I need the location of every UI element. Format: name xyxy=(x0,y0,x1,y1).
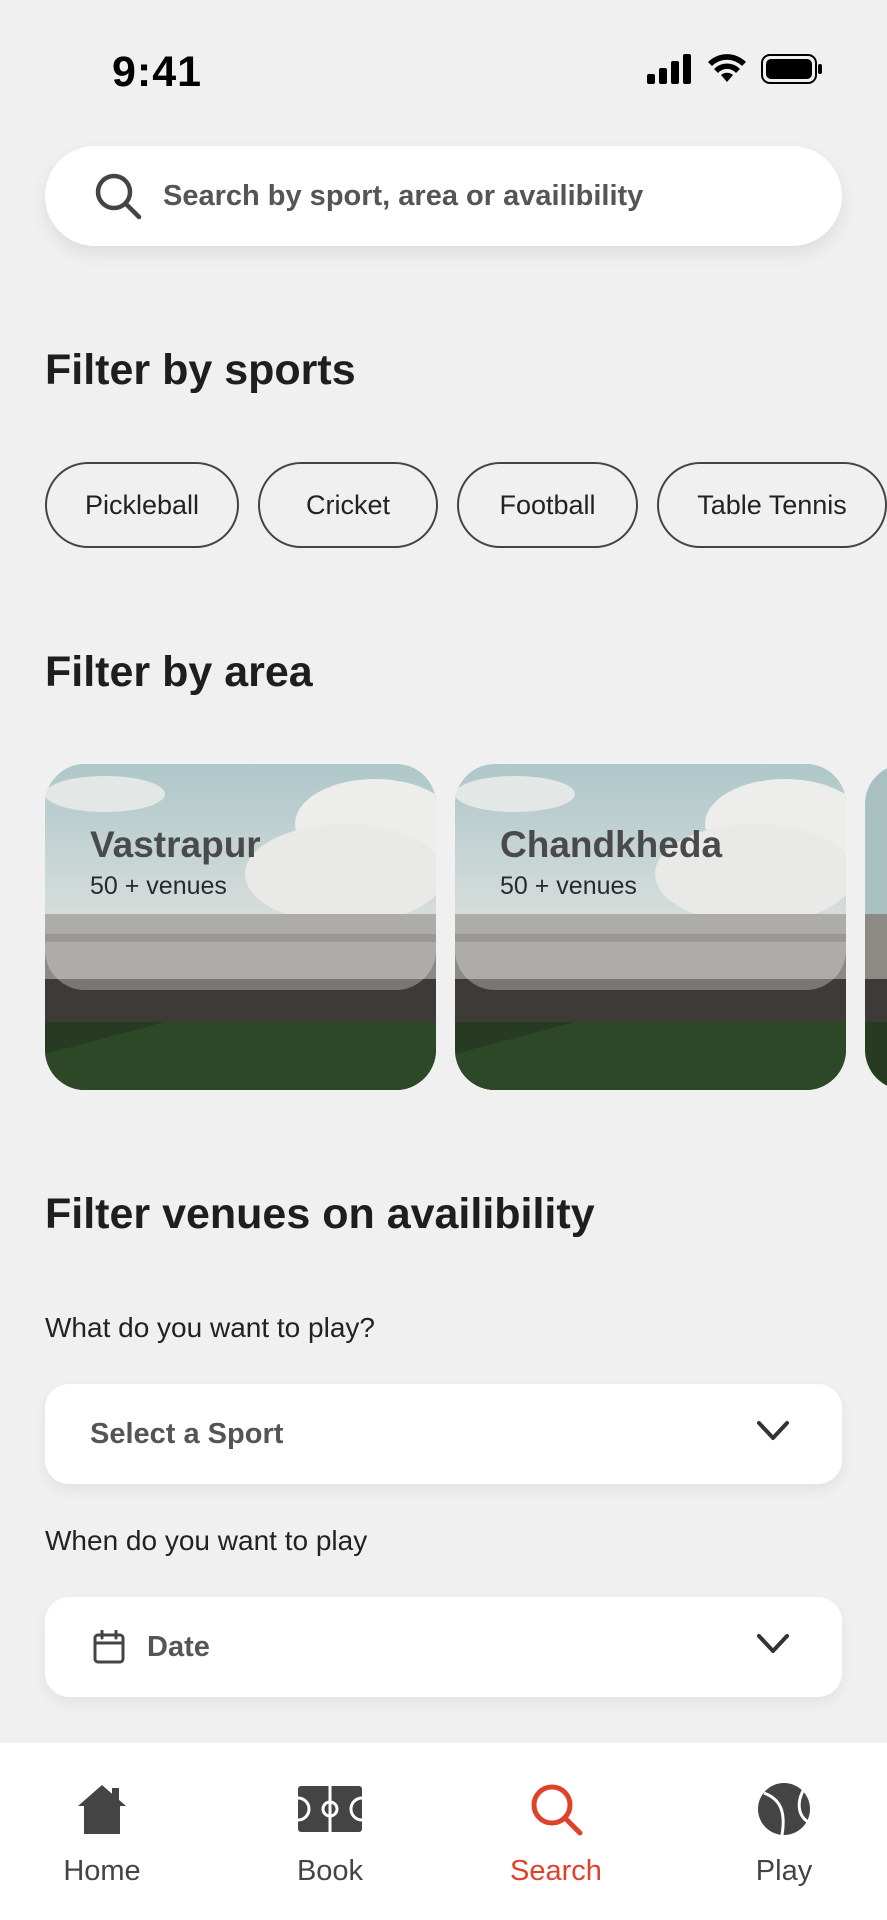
ball-icon xyxy=(758,1783,811,1836)
battery-icon xyxy=(761,54,822,84)
chevron-down-icon xyxy=(757,1421,789,1440)
chip-table-tennis[interactable]: Table Tennis xyxy=(657,462,887,548)
tab-book[interactable]: Book xyxy=(240,1743,420,1920)
sports-section-title: Filter by sports xyxy=(45,346,356,394)
chevron-down-icon xyxy=(757,1634,789,1653)
status-bar: 9:41 xyxy=(0,0,887,140)
tab-search[interactable]: Search xyxy=(466,1743,646,1920)
tab-label: Book xyxy=(296,1855,364,1887)
chip-pickleball[interactable]: Pickleball xyxy=(45,462,239,548)
area-venue-count: 50 + venues xyxy=(500,872,637,900)
tab-label: Search xyxy=(510,1855,602,1887)
status-icons xyxy=(647,54,823,84)
time-field-label: When do you want to play xyxy=(45,1525,368,1556)
court-icon xyxy=(298,1786,362,1832)
area-card-vastrapur[interactable]: Vastrapur 50 + venues xyxy=(45,764,436,1090)
stadium-image xyxy=(865,764,887,1090)
tab-label: Home xyxy=(63,1855,141,1887)
area-name: Chandkheda xyxy=(500,824,723,865)
tab-label: Play xyxy=(755,1855,813,1887)
area-venue-count: 50 + venues xyxy=(90,872,227,900)
area-section-title: Filter by area xyxy=(45,648,313,696)
chip-cricket[interactable]: Cricket xyxy=(258,462,438,548)
area-carousel: Vastrapur 50 + venues Chandkheda 50 + ve… xyxy=(45,764,887,1090)
date-select[interactable]: Date xyxy=(45,1597,842,1697)
home-icon xyxy=(78,1785,126,1834)
search-bar[interactable]: Search by sport, area or availibility xyxy=(45,146,842,246)
chip-football[interactable]: Football xyxy=(457,462,638,548)
sport-select[interactable]: Select a Sport xyxy=(45,1384,842,1484)
date-select-value: Date xyxy=(147,1630,210,1663)
signal-icon xyxy=(647,54,691,84)
search-icon xyxy=(531,1784,583,1836)
sport-chips: Pickleball Cricket Football Table Tennis xyxy=(45,462,887,548)
sport-field-label: What do you want to play? xyxy=(45,1312,375,1343)
wifi-icon xyxy=(708,54,746,82)
tab-play[interactable]: Play xyxy=(694,1743,874,1920)
area-name: Vastrapur xyxy=(90,824,261,865)
search-placeholder: Search by sport, area or availibility xyxy=(163,179,644,212)
calendar-icon xyxy=(93,1630,125,1664)
status-time: 9:41 xyxy=(112,48,203,96)
bottom-tab-bar: Home Book Search Play xyxy=(0,1743,887,1920)
tab-home[interactable]: Home xyxy=(12,1743,192,1920)
search-icon xyxy=(95,173,142,220)
availability-section-title: Filter venues on availibility xyxy=(45,1190,595,1238)
area-card-chandkheda[interactable]: Chandkheda 50 + venues xyxy=(455,764,846,1090)
area-card-partial[interactable] xyxy=(865,764,887,1090)
sport-select-value: Select a Sport xyxy=(90,1417,284,1450)
